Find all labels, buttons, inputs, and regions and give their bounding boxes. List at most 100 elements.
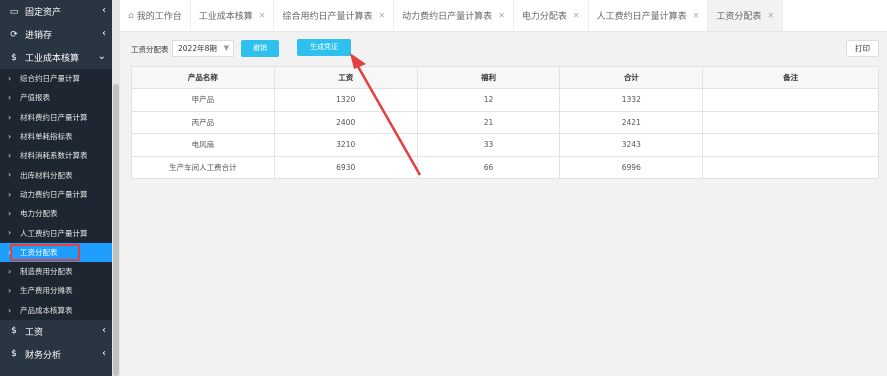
table-cell xyxy=(702,155,879,179)
sidebar-item[interactable]: › 产品成本核算表 xyxy=(0,301,112,320)
menu-label: 固定资产 xyxy=(25,8,62,18)
monitor-icon: ▭ xyxy=(9,6,19,17)
menu-industrial-cost[interactable]: $ 工业成本核算 ⌄ xyxy=(0,46,112,69)
sidebar: ▭ 固定资产 ‹ ⟳ 进销存 ‹ $ 工业成本核算 ⌄ › 综合约日产量计算 › 产… xyxy=(0,0,112,376)
sidebar-item[interactable]: › 综合约日产量计算 xyxy=(0,69,112,88)
menu-salary[interactable]: $ 工资 ‹ xyxy=(0,320,112,343)
chevron-right-icon: › xyxy=(8,170,12,180)
sidebar-item[interactable]: › 材料费约日产量计算 xyxy=(0,108,112,127)
sidebar-item[interactable]: › 人工费约日产量计算 xyxy=(0,223,112,242)
chevron-right-icon: › xyxy=(8,112,12,122)
sidebar-item-label: 电力分配表 xyxy=(20,209,58,219)
menu-label: 工业成本核算 xyxy=(25,54,80,64)
sidebar-item-salary-allocation[interactable]: › 工资分配表 xyxy=(0,242,112,262)
chevron-right-icon: › xyxy=(8,93,12,103)
dollar-icon: $ xyxy=(11,349,17,360)
sidebar-item-label: 生产费用分摊表 xyxy=(20,286,73,296)
tab[interactable]: 工业成本核算 ✕ xyxy=(191,0,275,31)
sidebar-item-label: 综合约日产量计算 xyxy=(20,74,80,84)
sidebar-item[interactable]: › 制造费用分配表 xyxy=(0,262,112,281)
sidebar-item[interactable]: › 生产费用分摊表 xyxy=(0,281,112,300)
tab[interactable]: 综合用约日产量计算表 ✕ xyxy=(274,0,395,31)
sidebar-item-label: 材料消耗系数计算表 xyxy=(20,151,88,161)
table-cell: 2421 xyxy=(559,110,704,134)
sidebar-item[interactable]: › 材料单耗指标表 xyxy=(0,127,112,146)
close-icon[interactable]: ✕ xyxy=(259,11,266,20)
column-header: 产品名称 xyxy=(131,66,275,89)
close-icon[interactable]: ✕ xyxy=(498,11,505,20)
chevron-right-icon: › xyxy=(8,209,12,219)
generate-voucher-button[interactable]: 生成凭证 xyxy=(297,39,351,56)
sidebar-item[interactable]: › 电力分配表 xyxy=(0,204,112,223)
highlight-box xyxy=(10,243,80,261)
chevron-right-icon: › xyxy=(8,247,12,257)
table-row[interactable]: 电风扇 3210 33 3243 xyxy=(131,133,879,157)
sidebar-item-label: 制造费用分配表 xyxy=(20,267,73,277)
column-header: 工资 xyxy=(273,66,418,89)
column-header: 福利 xyxy=(416,66,561,89)
tab[interactable]: 人工费约日产量计算表 ✕ xyxy=(589,0,709,31)
table-cell: 丙产品 xyxy=(131,110,275,134)
tab-label: 工资分配表 xyxy=(716,12,762,22)
submenu: › 综合约日产量计算 › 产值报表 › 材料费约日产量计算 › 材料单耗指标表 › 材料消… xyxy=(0,69,112,320)
report-label: 工资分配表 xyxy=(131,45,169,54)
table-cell: 6930 xyxy=(273,155,418,179)
column-header: 合计 xyxy=(559,66,704,89)
caret-down-icon: ▼ xyxy=(223,44,229,52)
menu-label: 工资 xyxy=(25,327,44,338)
table-cell: 66 xyxy=(416,155,561,179)
scrollbar-thumb[interactable] xyxy=(113,84,119,376)
close-icon[interactable]: ✕ xyxy=(378,11,385,20)
chevron-right-icon: › xyxy=(8,189,12,199)
home-icon: ⌂ xyxy=(128,10,134,21)
table-cell: 33 xyxy=(416,133,561,157)
dollar-icon: $ xyxy=(11,326,17,337)
table-cell: 3243 xyxy=(559,133,704,157)
period-select[interactable]: 2022年8期 ▼ xyxy=(172,40,234,57)
sidebar-item[interactable]: › 产值报表 xyxy=(0,88,112,107)
table-cell xyxy=(702,110,879,134)
period-value: 2022年8期 xyxy=(178,44,217,53)
loop-icon: ⟳ xyxy=(10,29,18,40)
chevron-right-icon: › xyxy=(8,74,12,83)
tab[interactable]: 电力分配表 ✕ xyxy=(514,0,589,31)
tab-label: 我的工作台 xyxy=(136,12,182,22)
close-icon[interactable]: ✕ xyxy=(573,11,580,20)
tab[interactable]: 动力费约日产量计算表 ✕ xyxy=(394,0,514,31)
sidebar-item[interactable]: › 动力费约日产量计算 xyxy=(0,185,112,204)
sidebar-item-label: 产值报表 xyxy=(20,93,50,103)
table-row[interactable]: 甲产品 1320 12 1332 xyxy=(131,88,879,112)
menu-fixed-assets[interactable]: ▭ 固定资产 ‹ xyxy=(0,0,112,23)
menu-inventory[interactable]: ⟳ 进销存 ‹ xyxy=(0,23,112,46)
table-row[interactable]: 丙产品 2400 21 2421 xyxy=(131,110,879,134)
table-cell: 2400 xyxy=(273,110,418,134)
table-cell xyxy=(702,133,879,157)
chevron-right-icon: › xyxy=(8,131,12,141)
sidebar-item-label: 人工费约日产量计算 xyxy=(20,228,88,238)
table-cell: 电风扇 xyxy=(131,133,275,157)
menu-financial-analysis[interactable]: $ 财务分析 ‹ xyxy=(0,343,112,366)
table-cell: 6996 xyxy=(559,155,704,179)
chevron-left-icon: ‹ xyxy=(102,28,106,39)
tab-home[interactable]: ⌂ 我的工作台 xyxy=(120,0,191,31)
table-cell: 12 xyxy=(416,88,561,112)
chevron-left-icon: ‹ xyxy=(102,347,106,359)
close-icon[interactable]: ✕ xyxy=(693,11,700,20)
sidebar-item[interactable]: › 材料消耗系数计算表 xyxy=(0,146,112,165)
sidebar-item-label: 出库材料分配表 xyxy=(20,170,73,180)
print-button[interactable]: 打印 xyxy=(846,40,879,57)
chevron-right-icon: › xyxy=(8,266,12,276)
table-row[interactable]: 生产车间人工费合计 6930 66 6996 xyxy=(131,155,879,179)
tab-label: 动力费约日产量计算表 xyxy=(402,12,493,22)
tab-salary-allocation[interactable]: 工资分配表 ✕ xyxy=(708,0,784,31)
table-cell: 甲产品 xyxy=(131,88,275,112)
table-cell xyxy=(702,88,879,112)
chevron-left-icon: ‹ xyxy=(102,324,106,336)
cancel-button[interactable]: 撤销 xyxy=(241,40,279,57)
close-icon[interactable]: ✕ xyxy=(767,11,774,20)
sidebar-item-label: 材料单耗指标表 xyxy=(20,132,73,142)
tab-label: 工业成本核算 xyxy=(198,12,253,22)
sidebar-scrollbar[interactable] xyxy=(112,0,120,376)
tab-label: 电力分配表 xyxy=(521,12,567,22)
sidebar-item[interactable]: › 出库材料分配表 xyxy=(0,165,112,184)
